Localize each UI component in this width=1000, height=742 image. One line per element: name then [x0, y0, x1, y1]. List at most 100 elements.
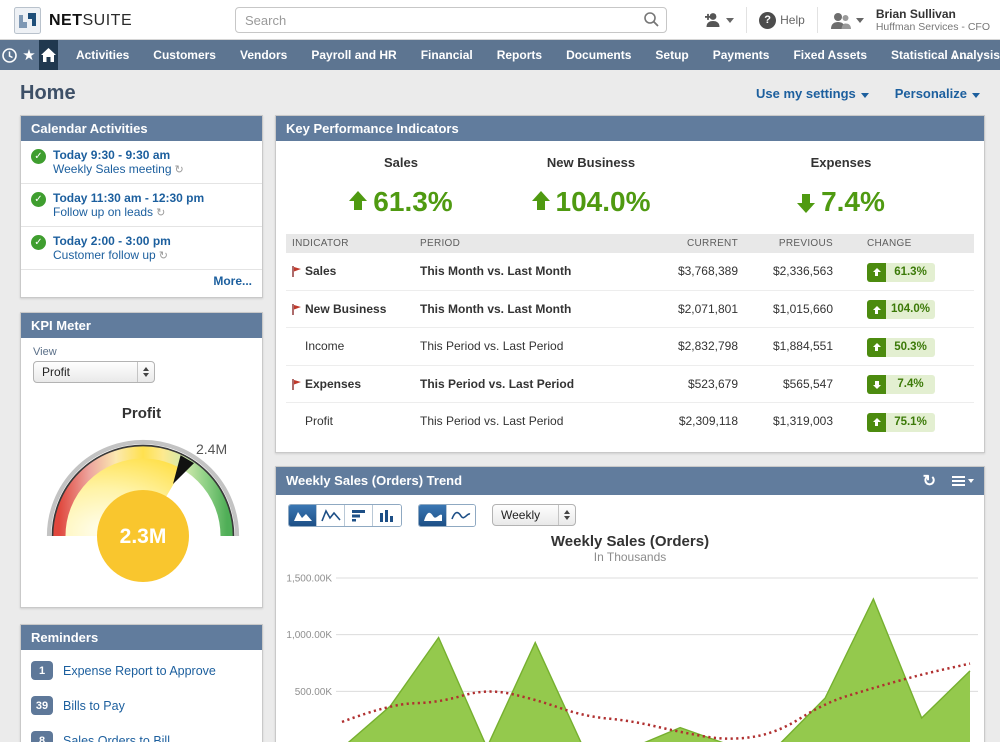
nav-item-vendors[interactable]: Vendors [240, 48, 287, 62]
col-period[interactable]: PERIOD [414, 234, 639, 253]
current-cell: $2,309,118 [639, 403, 744, 440]
recent-history-button[interactable] [0, 40, 19, 70]
nav-item-setup[interactable]: Setup [655, 48, 688, 62]
col-indicator[interactable]: INDICATOR [286, 234, 414, 253]
weekly-sales-chart: 0.00K500.00K1,000.00K1,500.00K17. Feb3. … [282, 568, 982, 742]
flag-icon [292, 266, 301, 277]
reminder-item[interactable]: 8 Sales Orders to Bill [21, 723, 262, 742]
chart-style-smooth-area-button[interactable] [419, 505, 447, 526]
netsuite-logo[interactable]: NETSUITE [14, 7, 132, 34]
calendar-activities-header[interactable]: Calendar Activities [21, 116, 262, 141]
chart-type-area-button[interactable] [289, 505, 317, 526]
reminders-header[interactable]: Reminders [21, 625, 262, 650]
trend-panel-title: Weekly Sales (Orders) Trend [286, 473, 462, 488]
user-menu-button[interactable] [830, 12, 864, 29]
gauge-value-label: 2.3M [120, 525, 167, 548]
home-icon [40, 47, 57, 63]
help-button[interactable]: ? Help [759, 12, 805, 29]
kpi-meter-header[interactable]: KPI Meter [21, 313, 262, 338]
reminder-item[interactable]: 1 Expense Report to Approve [21, 653, 262, 688]
event-title-link[interactable]: Customer follow up↻ [53, 248, 171, 262]
brand-bold: NET [49, 12, 83, 29]
nav-item-customers[interactable]: Customers [153, 48, 216, 62]
chart-type-hbar-button[interactable] [345, 505, 373, 526]
left-column: Calendar Activities ✓ Today 9:30 - 9:30 … [20, 115, 263, 742]
nav-item-payments[interactable]: Payments [713, 48, 770, 62]
personalize-button[interactable]: Personalize [895, 86, 980, 101]
event-time-link[interactable]: Today 9:30 - 9:30 am [53, 148, 184, 162]
table-row[interactable]: Income This Period vs. Last Period $2,83… [286, 328, 974, 366]
kpi-panel-header[interactable]: Key Performance Indicators [276, 116, 984, 141]
event-time-link[interactable]: Today 11:30 am - 12:30 pm [53, 191, 204, 205]
column-chart-icon [379, 509, 395, 522]
col-current[interactable]: CURRENT [639, 234, 744, 253]
change-badge: 104.0% [867, 300, 935, 319]
check-circle-icon: ✓ [31, 235, 46, 250]
chevron-down-icon [726, 18, 734, 23]
user-name: Brian Sullivan [876, 8, 990, 21]
trend-panel-header: Weekly Sales (Orders) Trend ↻ [276, 467, 984, 495]
nav-item-activities[interactable]: Activities [76, 48, 129, 62]
chart-toolbar: Weekly [276, 495, 984, 531]
period-select[interactable]: Weekly [492, 504, 576, 526]
kpi-meter-panel: KPI Meter View Profit Profit [20, 312, 263, 608]
search-icon[interactable] [643, 11, 660, 28]
favorites-button[interactable]: ★ [19, 40, 38, 70]
netsuite-logo-icon [14, 7, 41, 34]
nav-menu: Activities Customers Vendors Payroll and… [76, 48, 1000, 62]
kpi-view-select[interactable]: Profit [33, 361, 155, 383]
change-arrow-icon [873, 343, 881, 351]
reminder-item[interactable]: 39 Bills to Pay [21, 688, 262, 723]
chart-type-line-button[interactable] [317, 505, 345, 526]
chevron-down-icon [856, 18, 864, 23]
event-title: Weekly Sales meeting [53, 162, 172, 176]
brand-name: NETSUITE [49, 12, 132, 30]
area-chart-icon [293, 509, 313, 522]
col-previous[interactable]: PREVIOUS [744, 234, 839, 253]
user-role: Huffman Services - CFO [876, 21, 990, 33]
nav-item-payroll-hr[interactable]: Payroll and HR [311, 48, 396, 62]
indicator-name: Expenses [305, 377, 361, 391]
panel-menu-button[interactable] [952, 476, 974, 486]
event-time-link[interactable]: Today 2:00 - 3:00 pm [53, 234, 171, 248]
trend-down-arrow-icon [797, 191, 815, 213]
nav-item-reports[interactable]: Reports [497, 48, 542, 62]
flag-icon [292, 379, 301, 390]
create-new-button[interactable] [704, 12, 734, 28]
col-change[interactable]: CHANGE [839, 234, 974, 253]
svg-text:1,500.00K: 1,500.00K [286, 573, 332, 584]
chart-style-smooth-line-button[interactable] [447, 505, 475, 526]
table-row[interactable]: New Business This Month vs. Last Month $… [286, 290, 974, 328]
change-arrow-icon [873, 306, 881, 314]
chart-type-column-button[interactable] [373, 505, 401, 526]
period-cell: This Period vs. Last Period [414, 403, 639, 440]
refresh-icon[interactable]: ↻ [923, 471, 936, 491]
current-cell: $3,768,389 [639, 253, 744, 290]
check-circle-icon: ✓ [31, 149, 46, 164]
nav-item-fixed-assets[interactable]: Fixed Assets [793, 48, 867, 62]
kpi-gauge: Profit [33, 405, 250, 597]
page-header-links: Use my settings Personalize [756, 86, 980, 101]
user-info[interactable]: Brian Sullivan Huffman Services - CFO [876, 8, 990, 33]
period-value: Weekly [501, 508, 540, 522]
current-cell: $2,071,801 [639, 290, 744, 328]
nav-item-financial[interactable]: Financial [421, 48, 473, 62]
change-badge: 7.4% [867, 375, 935, 394]
search-input[interactable] [235, 7, 667, 33]
nav-item-statistical-analysis[interactable]: Statistical Analysis [891, 48, 1000, 62]
event-title-link[interactable]: Follow up on leads↻ [53, 205, 204, 219]
nav-overflow-button[interactable]: ... [953, 46, 972, 64]
event-title-link[interactable]: Weekly Sales meeting↻ [53, 162, 184, 176]
table-row[interactable]: Expenses This Period vs. Last Period $52… [286, 365, 974, 403]
nav-item-documents[interactable]: Documents [566, 48, 631, 62]
reminders-panel: Reminders 1 Expense Report to Approve 39… [20, 624, 263, 742]
page-header: Home Use my settings Personalize [0, 70, 1000, 109]
table-row[interactable]: Profit This Period vs. Last Period $2,30… [286, 403, 974, 440]
recurring-icon: ↻ [175, 164, 184, 176]
change-badge: 75.1% [867, 413, 935, 432]
calendar-event: ✓ Today 9:30 - 9:30 am Weekly Sales meet… [21, 141, 262, 184]
table-row[interactable]: Sales This Month vs. Last Month $3,768,3… [286, 253, 974, 290]
use-my-settings-button[interactable]: Use my settings [756, 86, 869, 101]
more-link[interactable]: More... [213, 274, 252, 288]
tab-home[interactable] [39, 40, 58, 70]
